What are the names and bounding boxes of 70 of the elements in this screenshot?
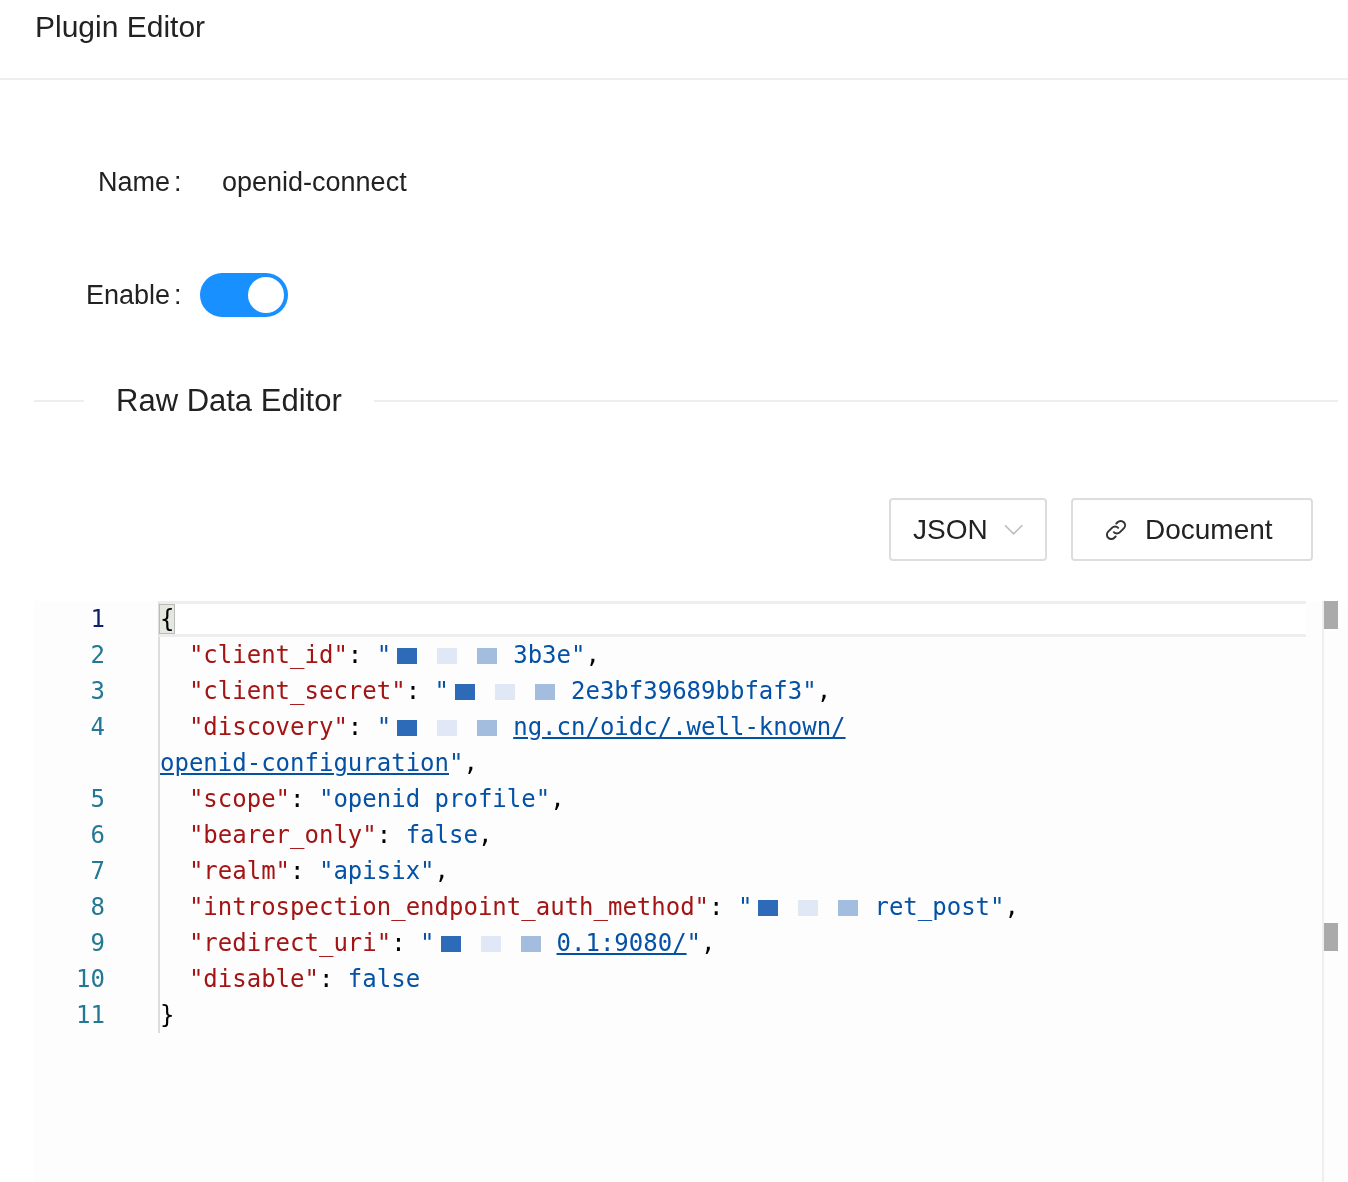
json-punctuation: , [463, 749, 478, 777]
colon: : [174, 166, 183, 198]
json-key: "redirect_uri" [160, 929, 392, 957]
json-boolean: false [347, 965, 421, 993]
json-string: 2e3bf39689bbfaf3" [571, 677, 817, 705]
json-key: "introspection_endpoint_auth_method" [160, 893, 710, 921]
json-punctuation: : [376, 821, 393, 849]
line-number: 2 [89, 640, 105, 671]
json-punctuation: : [290, 857, 306, 885]
json-punctuation: : [347, 713, 364, 741]
json-string: "apisix" [318, 857, 435, 885]
line-number: 4 [89, 712, 105, 743]
json-link: ng.cn/oidc/.well-known/ [513, 713, 846, 741]
scroll-marker [1324, 601, 1338, 629]
json-link: 0.1:9080/ [556, 929, 687, 957]
scroll-marker [1324, 923, 1338, 951]
line-number: 3 [89, 676, 105, 707]
json-punctuation: , [1004, 893, 1019, 921]
json-punctuation: : [318, 965, 335, 993]
scrollbar[interactable] [1322, 601, 1336, 1182]
json-string: " [434, 677, 449, 705]
json-string: "openid profile" [318, 785, 551, 813]
line-number: 10 [75, 964, 105, 995]
line-number: 6 [89, 820, 105, 851]
plugin-name: openid-connect [222, 166, 407, 198]
json-punctuation: , [550, 785, 565, 813]
json-punctuation: , [701, 929, 716, 957]
json-string: " [376, 641, 392, 669]
json-key: "scope" [160, 785, 291, 813]
colon: : [174, 279, 183, 311]
line-number: 11 [75, 1000, 105, 1031]
json-key: "bearer_only" [160, 821, 377, 849]
enable-toggle[interactable] [200, 273, 288, 317]
json-punctuation: : [347, 641, 364, 669]
json-punctuation: : [290, 785, 306, 813]
chevron-icon [1003, 523, 1023, 536]
json-punctuation: : [405, 677, 422, 705]
json-string: 3b3e" [513, 641, 586, 669]
json-key: "discovery" [160, 713, 348, 741]
json-link: openid-configuration [160, 749, 449, 777]
line-number: 7 [89, 856, 105, 887]
json-punctuation: : [709, 893, 725, 921]
json-key: "client_id" [160, 641, 348, 669]
enable-label: Enable [84, 279, 170, 311]
json-string: ret_post" [874, 893, 1005, 921]
format-select[interactable]: JSON [889, 498, 1047, 561]
line-number: 1 [89, 604, 105, 635]
json-string: " [738, 893, 753, 921]
json-key: "client_secret" [160, 677, 406, 705]
json-punctuation: { [160, 605, 175, 633]
json-punctuation: , [434, 857, 449, 885]
json-string: " [686, 929, 702, 957]
json-string: " [376, 713, 392, 741]
json-key: "disable" [160, 965, 319, 993]
line-number: 8 [89, 892, 105, 923]
json-string: " [449, 749, 464, 777]
line-number: 5 [89, 784, 105, 815]
json-key: "realm" [160, 857, 291, 885]
name-label: Name [96, 166, 170, 198]
json-punctuation: , [816, 677, 832, 705]
page-title: Plugin Editor [35, 9, 207, 45]
json-punctuation: , [585, 641, 600, 669]
json-punctuation: , [477, 821, 493, 849]
json-boolean: false [405, 821, 478, 849]
json-punctuation: : [391, 929, 407, 957]
document-button[interactable]: Document [1071, 498, 1313, 561]
json-punctuation: } [160, 1001, 175, 1029]
line-number: 9 [89, 928, 105, 959]
section-title: Raw Data Editor [115, 382, 343, 420]
json-string: " [420, 929, 435, 957]
